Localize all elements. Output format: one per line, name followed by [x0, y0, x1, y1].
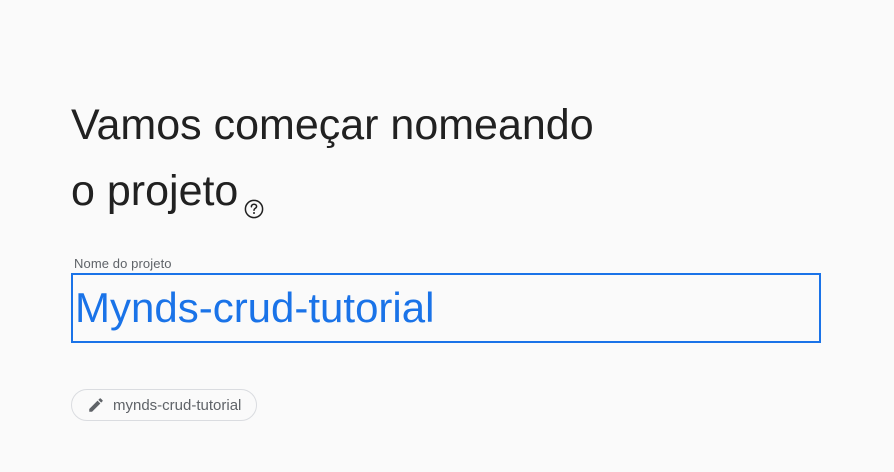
create-project-page: Vamos começar nomeando o projeto Nome do… [0, 0, 894, 472]
project-name-input[interactable] [75, 275, 815, 341]
help-circle-icon[interactable] [244, 172, 264, 219]
page-title: Vamos começar nomeando o projeto [71, 92, 711, 224]
project-name-field[interactable] [71, 273, 821, 343]
project-name-label: Nome do projeto [74, 256, 172, 271]
project-id-label: mynds-crud-tutorial [113, 396, 242, 414]
page-title-line-2: o projeto [71, 167, 239, 215]
project-id-chip[interactable]: mynds-crud-tutorial [71, 389, 258, 421]
page-title-line-2-wrapper: o projeto [71, 158, 711, 224]
page-title-line-1: Vamos começar nomeando [71, 101, 594, 149]
pencil-icon [87, 396, 105, 414]
